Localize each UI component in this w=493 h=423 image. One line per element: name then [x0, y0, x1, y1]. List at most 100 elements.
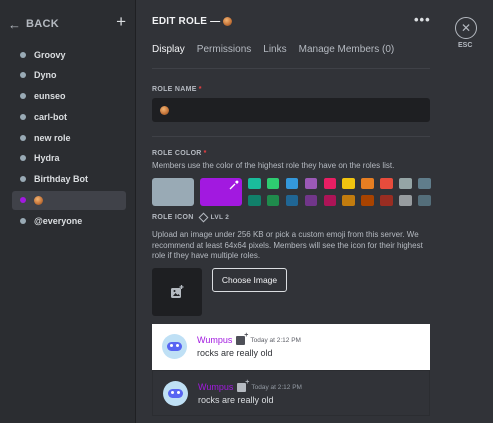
role-icon-label: ROLE ICON — [152, 214, 194, 221]
role-color-dot — [20, 93, 26, 100]
cookie-emoji-icon — [223, 17, 233, 26]
upload-image-box[interactable] — [152, 268, 202, 316]
color-swatch[interactable] — [418, 195, 431, 206]
section-divider — [152, 136, 430, 137]
back-button[interactable]: ← BACK + — [8, 12, 128, 34]
color-swatch[interactable] — [304, 195, 318, 206]
color-swatch[interactable] — [399, 195, 412, 206]
role-color-label: ROLE COLOR * — [152, 150, 207, 157]
role-item[interactable]: carl-bot — [12, 107, 126, 126]
color-swatch[interactable] — [266, 195, 280, 206]
wumpus-icon — [167, 342, 182, 351]
role-list: Groovy Dyno eunseo carl-bot new role Hydra Bir… — [12, 45, 126, 232]
role-item-label: carl-bot — [34, 111, 68, 122]
role-color-dot — [20, 155, 26, 162]
color-swatch[interactable] — [380, 195, 393, 206]
cookie-emoji-icon — [160, 105, 169, 115]
role-item[interactable]: @everyone — [12, 211, 126, 230]
role-item[interactable]: Hydra — [12, 149, 126, 168]
choose-image-button[interactable]: Choose Image — [212, 268, 287, 292]
cookie-emoji-icon — [34, 195, 43, 205]
boost-gem-icon — [198, 212, 209, 223]
tab-display[interactable]: Display — [152, 44, 185, 58]
role-item[interactable]: new role — [12, 128, 126, 147]
color-swatch[interactable] — [380, 178, 393, 189]
close-button[interactable]: ✕ — [455, 17, 477, 39]
tab-divider — [152, 68, 430, 69]
color-swatch[interactable] — [399, 178, 412, 189]
color-swatch[interactable] — [304, 178, 318, 189]
color-swatch[interactable] — [418, 178, 431, 189]
role-item-label: eunseo — [34, 91, 66, 102]
message-header: Wumpus Today at 2:12 PM — [198, 379, 302, 393]
color-swatch[interactable] — [342, 178, 355, 189]
message-text: rocks are really old — [198, 395, 274, 405]
avatar — [162, 334, 187, 359]
tab-manage-members[interactable]: Manage Members (0) — [299, 44, 395, 58]
role-item-label: Birthday Bot — [34, 174, 88, 185]
role-item[interactable]: eunseo — [12, 87, 126, 106]
tab-bar: Display Permissions Links Manage Members… — [152, 44, 406, 58]
username: Wumpus — [198, 382, 234, 392]
message: Wumpus Today at 2:12 PM rocks are really… — [197, 332, 301, 359]
light-theme-preview: Wumpus Today at 2:12 PM rocks are really… — [152, 324, 430, 370]
timestamp: Today at 2:12 PM — [250, 336, 301, 344]
role-color-help: Members use the color of the highest rol… — [152, 161, 395, 170]
close-icon: ✕ — [460, 21, 472, 35]
sidebar: ← BACK + Groovy Dyno eunseo carl-bot new rol… — [0, 0, 136, 423]
timestamp: Today at 2:12 PM — [251, 383, 302, 391]
color-swatch[interactable] — [323, 178, 337, 189]
role-item[interactable]: Birthday Bot — [12, 170, 126, 189]
color-swatch[interactable] — [248, 178, 261, 189]
add-image-icon — [171, 285, 184, 298]
tab-links[interactable]: Links — [263, 44, 286, 58]
message-text: rocks are really old — [197, 348, 273, 358]
role-item[interactable]: Groovy — [12, 45, 126, 64]
color-swatch[interactable] — [266, 178, 280, 189]
color-swatch[interactable] — [361, 178, 374, 189]
role-icon-placeholder-icon — [236, 332, 248, 345]
role-color-dot — [20, 134, 26, 141]
role-color-dot — [20, 217, 26, 224]
role-color-dot — [20, 51, 26, 58]
role-name-input[interactable] — [152, 98, 430, 122]
more-dots-icon[interactable]: ••• — [414, 12, 431, 27]
color-swatch[interactable] — [323, 195, 337, 206]
color-swatch[interactable] — [285, 178, 299, 189]
color-swatch[interactable] — [285, 195, 299, 206]
username: Wumpus — [197, 335, 233, 345]
role-item[interactable]: Dyno — [12, 66, 126, 85]
role-item-label: Dyno — [34, 70, 57, 81]
role-color-dot — [20, 113, 26, 120]
role-icon-help: Upload an image under 256 KB or pick a c… — [152, 230, 423, 261]
custom-color-swatch[interactable] — [200, 178, 242, 206]
boost-level-badge: LVL 2 — [198, 212, 230, 223]
page-title: EDIT ROLE — — [152, 16, 233, 27]
color-palette — [248, 178, 431, 206]
message: Wumpus Today at 2:12 PM rocks are really… — [198, 379, 302, 406]
role-icon-label-row: ROLE ICON LVL 2 — [152, 212, 230, 223]
color-swatch[interactable] — [342, 195, 355, 206]
role-color-dot — [20, 197, 26, 204]
role-item-label: new role — [34, 132, 71, 143]
role-item-label: Hydra — [34, 153, 60, 164]
arrow-left-icon: ← — [8, 16, 21, 32]
role-item[interactable] — [12, 190, 126, 210]
esc-label: ESC — [458, 42, 473, 49]
tab-permissions[interactable]: Permissions — [197, 44, 251, 58]
color-swatch[interactable] — [361, 195, 374, 206]
role-color-dot — [20, 176, 26, 183]
back-label: BACK — [26, 18, 59, 30]
dark-theme-preview: Wumpus Today at 2:12 PM rocks are really… — [152, 370, 430, 416]
role-item-label: @everyone — [34, 215, 83, 226]
role-name-label: ROLE NAME * — [152, 86, 202, 93]
wumpus-icon — [168, 389, 183, 398]
role-icon-placeholder-icon — [237, 379, 249, 392]
role-item-label: Groovy — [34, 49, 66, 60]
color-swatch[interactable] — [248, 195, 261, 206]
eyedropper-icon — [229, 180, 239, 190]
add-role-icon[interactable]: + — [116, 12, 126, 32]
default-color-swatch[interactable] — [152, 178, 194, 206]
page-title-text: EDIT ROLE — — [152, 16, 221, 27]
message-header: Wumpus Today at 2:12 PM — [197, 332, 301, 346]
